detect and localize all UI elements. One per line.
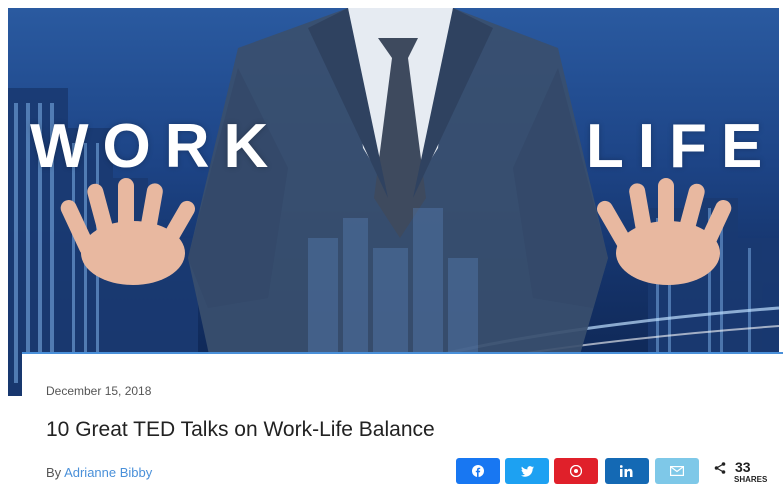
share-count: 33 SHARES [714,459,776,487]
author-link[interactable]: Adrianne Bibby [64,465,152,480]
post-title[interactable]: 10 Great TED Talks on Work-Life Balance [46,418,435,442]
pinterest-share-button[interactable] [554,458,598,484]
facebook-icon [472,465,484,477]
facebook-share-button[interactable] [456,458,500,484]
pinterest-icon [570,465,582,477]
post-date: December 15, 2018 [46,384,152,398]
hero-word-work: WORK [30,112,283,181]
email-share-button[interactable] [655,458,699,484]
twitter-share-button[interactable] [505,458,549,484]
share-icon [714,462,726,474]
share-count-label: SHARES [734,475,768,484]
email-icon [670,466,684,476]
share-count-number: 33 [735,459,751,475]
post-byline: By Adrianne Bibby [46,465,152,480]
byline-prefix: By [46,465,62,480]
linkedin-icon [620,465,633,477]
linkedin-share-button[interactable] [605,458,649,484]
twitter-icon [520,465,534,477]
hero-illustration [8,8,779,396]
post-card: December 15, 2018 10 Great TED Talks on … [22,352,783,489]
hero-word-life: LIFE [586,112,777,181]
hero-image: WORK LIFE [8,8,779,396]
